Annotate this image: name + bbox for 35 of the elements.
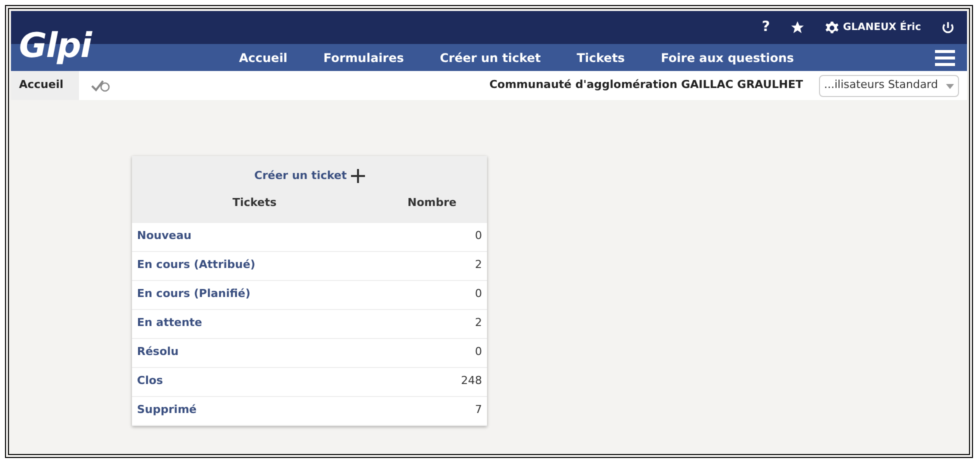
nav-item[interactable]: Formulaires [323, 48, 404, 66]
count-cell-text: 0 [475, 344, 482, 360]
dropdown-caret-icon [946, 82, 954, 88]
status-link[interactable]: En cours (Attribué) [137, 257, 256, 274]
nav-item[interactable]: Foire aux questions [660, 48, 794, 66]
profile-select[interactable]: ...ilisateurs Standard [819, 74, 959, 96]
nav-item[interactable]: Accueil [239, 48, 288, 66]
gear-icon[interactable] [825, 20, 840, 34]
status-link[interactable]: En attente [137, 315, 202, 332]
count-cell-text: 0 [475, 286, 482, 302]
column-header: Nombre [406, 195, 458, 212]
count-cell-text: 2 [475, 315, 482, 332]
count-cell-text: 0 [475, 228, 482, 244]
breadcrumb-item[interactable]: Accueil [11, 71, 80, 100]
status-link[interactable]: En cours (Planifié) [137, 286, 250, 303]
count-cell-text: 248 [461, 373, 482, 390]
logo[interactable]: Glpi [19, 29, 92, 63]
menu-icon[interactable] [935, 50, 955, 66]
user-link[interactable]: GLANEUX Éric [843, 20, 921, 35]
status-link[interactable]: Nouveau [137, 228, 192, 245]
nav-item[interactable]: Créer un ticket [440, 48, 541, 66]
create-ticket-link[interactable]: Créer un ticket [254, 168, 347, 184]
nav-item[interactable]: Tickets [576, 48, 625, 66]
column-header: Tickets [231, 195, 278, 212]
count-cell-text: 2 [475, 257, 482, 274]
power-icon[interactable] [941, 20, 955, 34]
help-button[interactable]: ? [762, 17, 770, 38]
entity-name: Communauté d'agglomération GAILLAC GRAULHET [489, 77, 804, 94]
check-clock-icon[interactable] [91, 78, 112, 92]
count-cell-text: 7 [475, 402, 482, 418]
star-icon[interactable] [790, 20, 806, 35]
plus-icon[interactable] [350, 169, 365, 184]
status-link[interactable]: Clos [137, 373, 163, 390]
status-link[interactable]: Supprimé [137, 402, 197, 419]
status-link[interactable]: Résolu [137, 344, 179, 361]
